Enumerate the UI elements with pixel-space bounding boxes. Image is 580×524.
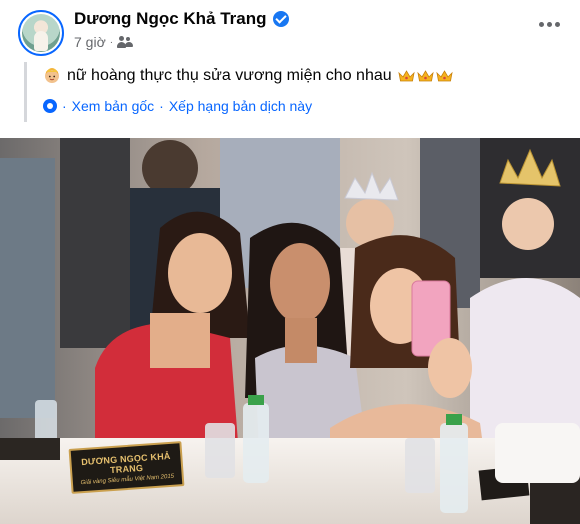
translated-post-content: nữ hoàng thực thụ sửa vương miện cho nha… [24,62,564,122]
post-meta: 7 giờ · [74,34,134,50]
more-dot-icon [547,22,552,27]
more-dot-icon [555,22,560,27]
crown-icon [436,70,453,82]
post-text: nữ hoàng thực thụ sửa vương miện cho nha… [67,67,392,84]
verified-badge-icon [272,11,289,27]
crown-icon [398,70,415,82]
more-dot-icon [539,22,544,27]
gear-icon [43,99,57,113]
nameplate-card: DƯƠNG NGỌC KHẢ TRANG Giải vàng Siêu mẫu … [68,441,185,494]
crown-icon [417,70,434,82]
more-options-button[interactable] [537,16,562,33]
post-header: Dương Ngọc Khả Trang 7 giờ · [0,0,580,60]
see-original-link[interactable]: Xem bản gốc [72,98,155,114]
post-photo[interactable]: DƯƠNG NGỌC KHẢ TRANG Giải vàng Siêu mẫu … [0,138,580,524]
post-text-row: nữ hoàng thực thụ sửa vương miện cho nha… [43,67,453,85]
person-with-crown-emoji-icon [45,68,59,83]
friends-audience-icon[interactable] [117,36,134,48]
avatar[interactable] [22,14,60,52]
author-name[interactable]: Dương Ngọc Khả Trang [74,9,267,29]
crown-emojis [398,69,453,83]
rate-translation-link[interactable]: Xếp hạng bản dịch này [169,98,312,114]
post-time[interactable]: 7 giờ [74,34,106,50]
author-row: Dương Ngọc Khả Trang [74,9,289,29]
translate-separator: · [159,98,164,114]
meta-separator: · [109,36,114,48]
translate-separator: · [62,98,67,114]
translation-controls: · Xem bản gốc · Xếp hạng bản dịch này [43,98,312,114]
